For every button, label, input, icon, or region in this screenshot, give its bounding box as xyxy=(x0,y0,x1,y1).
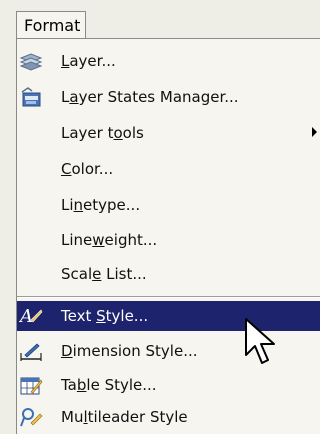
format-menu-title[interactable]: Format xyxy=(16,11,86,39)
menu-item-label: Scale List... xyxy=(61,265,147,283)
menu-separator xyxy=(17,296,320,298)
menu-item-scale-list[interactable]: Scale List... xyxy=(17,260,320,288)
layers-icon xyxy=(19,50,43,72)
menu-item-label: Table Style... xyxy=(61,376,157,394)
menu-item-label: Color... xyxy=(61,160,114,178)
menu-item-label: Dimension Style... xyxy=(61,342,198,360)
menu-item-label: Multileader Style xyxy=(61,408,188,426)
menu-bar: Format xyxy=(0,0,320,40)
menu-item-multileader-style[interactable]: Multileader Style xyxy=(17,403,320,431)
menu-item-label: Layer tools xyxy=(61,124,144,142)
menu-item-layer-states-manager[interactable]: Layer States Manager... xyxy=(17,83,320,111)
dimension-style-icon xyxy=(19,340,43,362)
menu-item-lineweight[interactable]: Lineweight... xyxy=(17,226,320,254)
menu-item-linetype[interactable]: Linetype... xyxy=(17,191,320,219)
menu-item-label: Linetype... xyxy=(61,196,141,214)
text-style-icon: A xyxy=(18,304,43,327)
layer-states-icon xyxy=(19,86,43,108)
menu-item-table-style[interactable]: Table Style... xyxy=(17,371,320,399)
menu-item-label: Layer States Manager... xyxy=(61,88,239,106)
multileader-style-icon xyxy=(19,406,43,428)
menu-item-label: Lineweight... xyxy=(61,231,158,249)
svg-text:A: A xyxy=(19,306,33,326)
menu-item-label: Layer... xyxy=(61,52,116,70)
format-menu: Layer... Layer States Manager... Layer t… xyxy=(16,38,320,434)
mouse-cursor-icon xyxy=(245,318,275,364)
submenu-arrow-icon xyxy=(312,127,317,137)
menu-item-label: Text Style... xyxy=(61,307,149,325)
menu-item-layer[interactable]: Layer... xyxy=(17,47,320,75)
table-style-icon xyxy=(19,374,43,396)
menu-item-layer-tools[interactable]: Layer tools xyxy=(17,119,320,147)
menu-item-color[interactable]: Color... xyxy=(17,155,320,183)
